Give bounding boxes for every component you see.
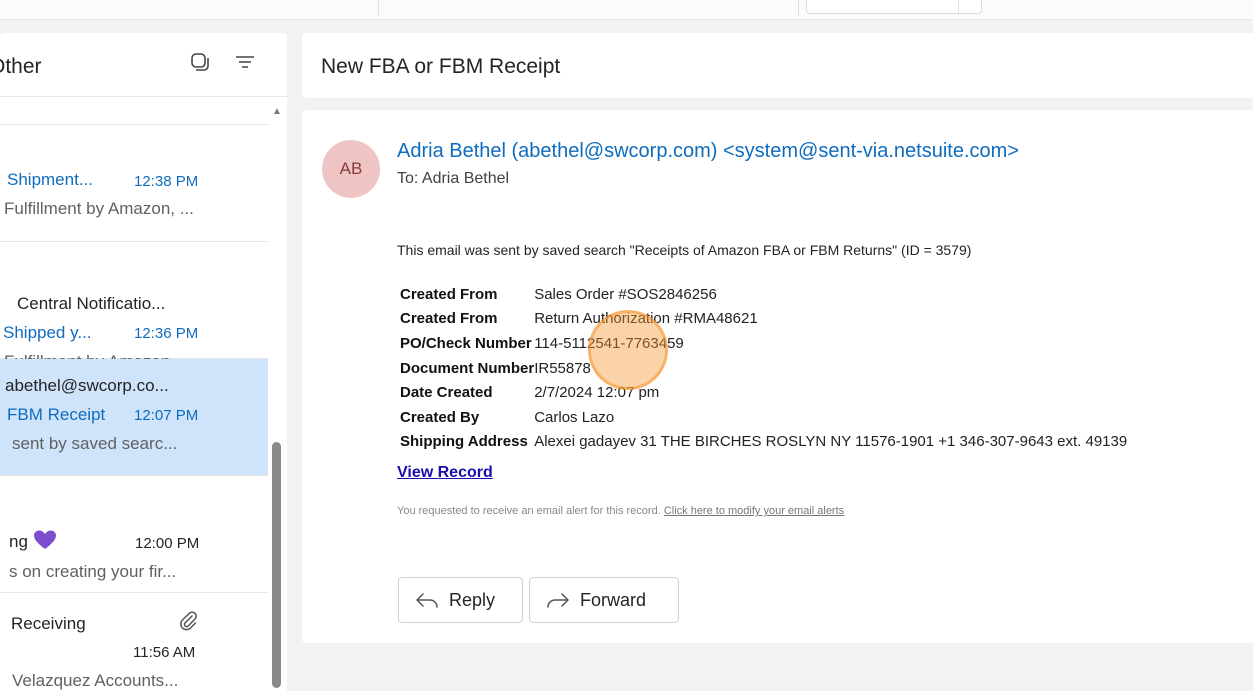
message-subject: FBM Receipt (7, 405, 106, 424)
sender-avatar[interactable]: AB (322, 140, 380, 198)
alert-text: You requested to receive an email alert … (397, 505, 661, 517)
message-sender: Central Notificatio... (17, 294, 166, 313)
reading-pane-header: New FBA or FBM Receipt (302, 33, 1253, 98)
message-sender: ng (9, 532, 28, 551)
toolbar-divider (958, 0, 959, 14)
field-label: Shipping Address (400, 433, 528, 451)
message-sender: abethel@swcorp.co... (5, 376, 169, 395)
message-preview: Velazquez Accounts... (12, 671, 179, 690)
reply-label: Reply (449, 589, 496, 610)
list-item-selected[interactable]: abethel@swcorp.co... FBM Receipt 12:07 P… (0, 359, 268, 476)
message-time: 12:07 PM (134, 407, 199, 424)
email-intro: This email was sent by saved search "Rec… (397, 242, 972, 258)
select-mode-icon[interactable] (189, 51, 211, 78)
email-subject: New FBA or FBM Receipt (321, 55, 561, 78)
forward-button[interactable]: Forward (529, 577, 679, 623)
list-item[interactable] (0, 98, 268, 125)
list-item[interactable]: Shipment... 12:38 PM Fulfillment by Amaz… (0, 125, 268, 242)
field-value: IR55878 (534, 359, 591, 377)
field-label: Created From (400, 285, 498, 303)
message-list-pane: Other Shipment... 12:38 PM Fulfillment b… (0, 33, 287, 691)
message-preview: Fulfillment by Amazon, ... (4, 199, 194, 218)
list-item[interactable]: Receiving 11:56 AM Velazquez Accounts... (0, 593, 268, 691)
field-label: Document Number (400, 359, 535, 377)
record-fields-table: Created From Sales Order #SOS2846256 Crea… (400, 282, 1127, 454)
sender-address[interactable]: Adria Bethel (abethel@swcorp.com) <syste… (397, 140, 1019, 163)
field-value: Carlos Lazo (534, 408, 615, 426)
forward-label: Forward (580, 589, 647, 610)
forward-icon (547, 593, 569, 608)
list-item[interactable]: ng 12:00 PM s on creating your fir... (0, 476, 268, 593)
field-label: Created By (400, 408, 480, 426)
field-row: Created From Sales Order #SOS2846256 (400, 282, 1127, 307)
field-label: Date Created (400, 384, 493, 402)
toolbar-divider (798, 0, 799, 16)
message-preview: sent by saved searc... (12, 434, 178, 453)
message-list-header: Other (0, 33, 287, 97)
reply-button[interactable]: Reply (398, 577, 523, 623)
field-value: Return Authorization #RMA48621 (534, 310, 758, 328)
alert-notice: You requested to receive an email alert … (397, 505, 844, 517)
message-time: 12:36 PM (134, 325, 199, 342)
field-row: Created From Return Authorization #RMA486… (400, 307, 1127, 332)
message-subject: Shipped y... (3, 323, 92, 342)
message-time: 12:00 PM (135, 535, 200, 552)
message-time: 12:38 PM (134, 173, 199, 190)
field-value: Sales Order #SOS2846256 (534, 285, 717, 303)
view-record-link[interactable]: View Record (397, 464, 493, 482)
message-preview: s on creating your fir... (9, 562, 177, 581)
scroll-up-arrow-icon[interactable]: ▲ (272, 106, 282, 117)
list-item[interactable]: Central Notificatio... Shipped y... 12:3… (0, 242, 268, 371)
field-row: PO/Check Number 114-5112541-7763459 (400, 331, 1127, 356)
attachment-icon (178, 610, 198, 637)
message-time: 11:56 AM (133, 644, 196, 661)
field-row: Document Number IR55878 (400, 356, 1127, 381)
field-label: PO/Check Number (400, 334, 532, 352)
message-sender: Receiving (11, 614, 86, 633)
top-toolbar (0, 0, 1253, 20)
email-message-card: AB Adria Bethel (abethel@swcorp.com) <sy… (302, 110, 1253, 643)
filter-icon[interactable] (234, 51, 256, 78)
message-list: Shipment... 12:38 PM Fulfillment by Amaz… (0, 98, 287, 691)
field-value: 114-5112541-7763459 (534, 334, 684, 352)
recipient-line: To: Adria Bethel (397, 170, 510, 187)
field-value: Alexei gadayev 31 THE BIRCHES ROSLYN NY … (534, 433, 1128, 451)
field-row: Date Created 2/7/2024 12:07 pm (400, 380, 1127, 405)
reply-icon (416, 593, 438, 608)
folder-name: Other (0, 55, 42, 78)
toolbar-dropdown[interactable] (806, 0, 982, 14)
field-row: Shipping Address Alexei gadayev 31 THE BI… (400, 430, 1127, 455)
field-value: 2/7/2024 12:07 pm (534, 384, 660, 402)
field-label: Created From (400, 310, 498, 328)
scrollbar-thumb[interactable] (272, 442, 281, 688)
heart-icon (33, 529, 57, 556)
toolbar-divider (378, 0, 379, 16)
field-row: Created By Carlos Lazo (400, 405, 1127, 430)
message-subject: Shipment... (7, 170, 93, 189)
modify-alerts-link[interactable]: Click here to modify your email alerts (664, 505, 844, 517)
